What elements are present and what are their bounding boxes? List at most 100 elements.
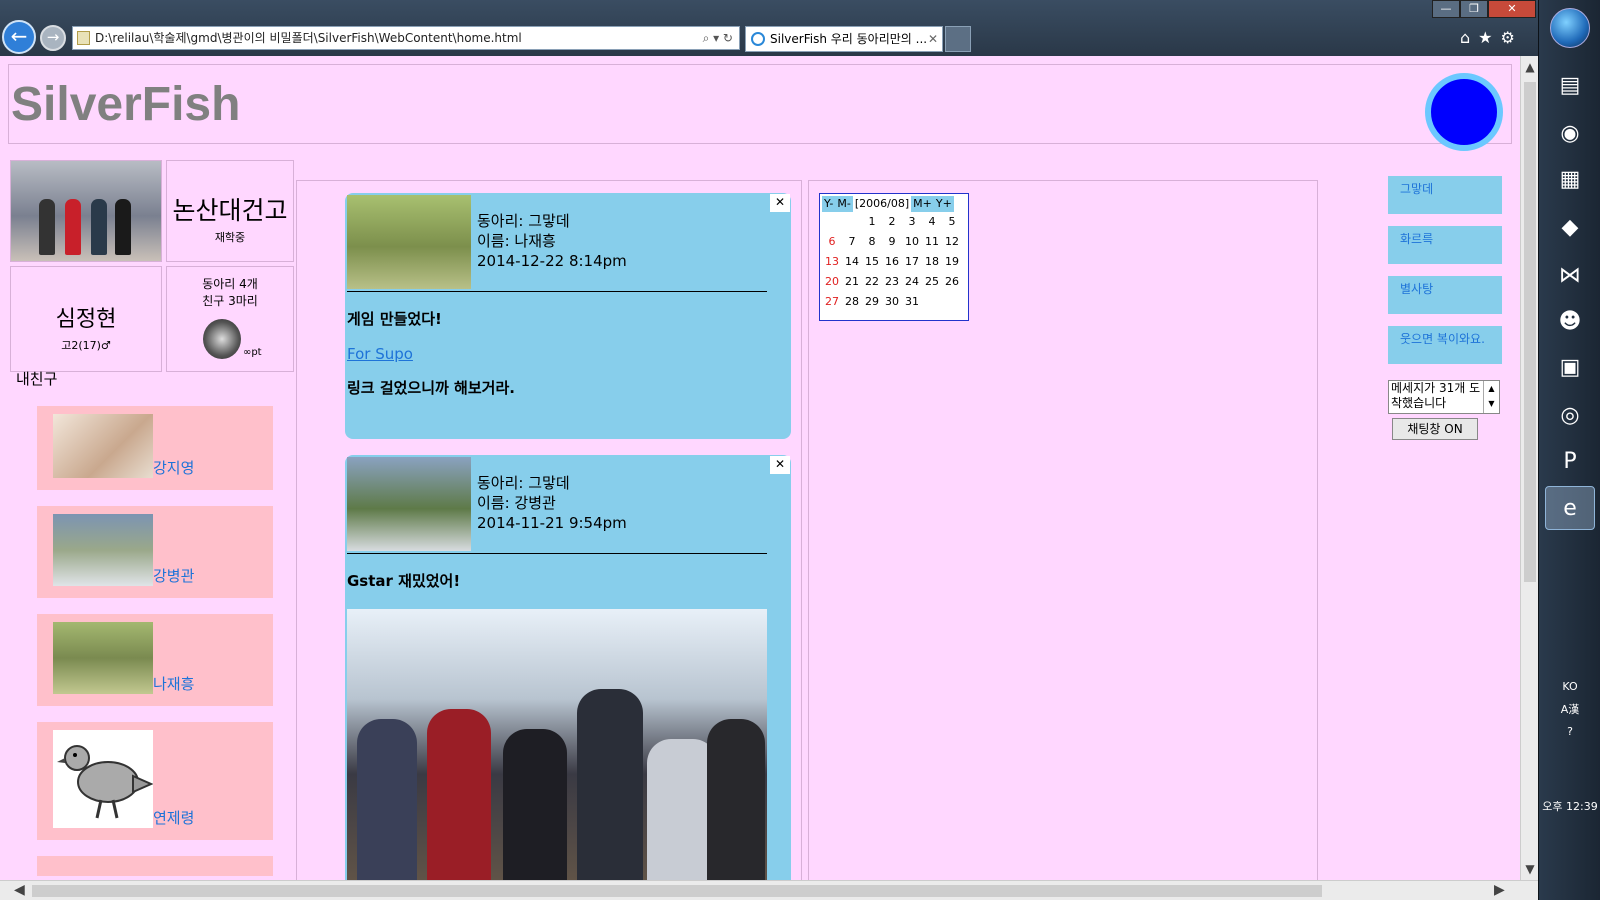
pikachu-icon[interactable]: ☻ (1545, 300, 1595, 344)
profile-photo[interactable] (10, 160, 162, 262)
post-link[interactable]: For Supo (347, 345, 789, 363)
calendar-day[interactable] (922, 292, 942, 312)
calendar-day[interactable]: 12 (942, 232, 962, 252)
friend-name[interactable]: 강지영 (153, 459, 194, 477)
calendar-day[interactable]: 15 (862, 252, 882, 272)
clock[interactable]: 오후 12:39 (1539, 798, 1600, 814)
calendar-day[interactable]: 29 (862, 292, 882, 312)
calendar-day[interactable]: 5 (942, 212, 962, 232)
club-link-3[interactable]: 별사탕 (1388, 276, 1502, 314)
address-tools-icon[interactable]: ⌕ ▾ ↻ (703, 27, 733, 49)
next-month-button[interactable]: M+ (911, 196, 934, 212)
chrome-icon[interactable]: ◉ (1545, 112, 1595, 156)
minimize-button[interactable]: — (1432, 0, 1460, 18)
start-button[interactable] (1550, 8, 1590, 48)
calendar-day[interactable]: 26 (942, 272, 962, 292)
calendar-day[interactable]: 21 (842, 272, 862, 292)
internet-explorer-icon[interactable]: e (1545, 486, 1595, 530)
vertical-scrollbar[interactable]: ▲ ▼ (1520, 56, 1538, 880)
scroll-down-icon[interactable]: ▼ (1524, 862, 1536, 876)
calendar-day[interactable]: 27 (822, 292, 842, 312)
window-icon[interactable]: ▣ (1545, 346, 1595, 390)
calendar-day[interactable]: 25 (922, 272, 942, 292)
post-image[interactable] (347, 609, 767, 880)
photo-figure (577, 689, 643, 880)
home-favorites-settings-icons[interactable]: ⌂★⚙ (1460, 28, 1523, 47)
friend-name[interactable]: 연제령 (153, 809, 194, 827)
ime-indicator[interactable]: A漢 (1539, 701, 1600, 717)
calendar-day[interactable]: 6 (822, 232, 842, 252)
friend-name[interactable]: 나재흥 (153, 675, 194, 693)
visual-studio-icon[interactable]: ⋈ (1545, 254, 1595, 298)
scroll-right-icon[interactable]: ▶ (1494, 882, 1505, 898)
forward-button[interactable]: → (40, 25, 66, 51)
status-circle[interactable] (1425, 73, 1503, 151)
friend-item[interactable]: 나재흥 (37, 614, 273, 706)
calendar-day[interactable]: 19 (942, 252, 962, 272)
scroll-arrows-icon[interactable]: ▲ ▼ (1483, 381, 1499, 413)
next-year-button[interactable]: Y+ (933, 196, 954, 212)
calendar-day[interactable] (842, 212, 862, 232)
restore-button[interactable]: ❐ (1460, 0, 1488, 18)
calendar-day[interactable]: 20 (822, 272, 842, 292)
close-icon[interactable]: ✕ (770, 456, 790, 474)
close-icon[interactable]: ✕ (770, 194, 790, 212)
calculator-icon[interactable]: ▦ (1545, 158, 1595, 202)
message-textarea[interactable]: 메세지가 31개 도착했습니다 ▲ ▼ (1388, 380, 1500, 414)
calendar-day[interactable]: 9 (882, 232, 902, 252)
calendar-day[interactable]: 8 (862, 232, 882, 252)
scroll-left-icon[interactable]: ◀ (14, 882, 25, 898)
language-indicator[interactable]: KO (1539, 680, 1600, 693)
post-thumbnail (347, 195, 471, 289)
calendar-day[interactable]: 14 (842, 252, 862, 272)
calendar-day[interactable]: 2 (882, 212, 902, 232)
friend-item[interactable]: 강지영 (37, 406, 273, 490)
close-window-button[interactable]: ✕ (1488, 0, 1536, 18)
media-icon[interactable]: ◎ (1545, 394, 1595, 438)
calendar-day[interactable]: 13 (822, 252, 842, 272)
scroll-up-icon[interactable]: ▲ (1524, 60, 1536, 74)
horizontal-scrollbar[interactable]: ◀ ▶ (0, 880, 1538, 900)
app-icon[interactable]: ◆ (1545, 206, 1595, 250)
tab-home[interactable]: SilverFish 우리 동아리만의 ... ✕ (745, 26, 943, 52)
prev-month-button[interactable]: M- (835, 196, 853, 212)
friend-item[interactable] (37, 856, 273, 876)
friend-name[interactable]: 강병관 (153, 567, 194, 585)
calendar-day[interactable]: 3 (902, 212, 922, 232)
new-tab-button[interactable] (945, 26, 971, 52)
calendar-day[interactable]: 30 (882, 292, 902, 312)
back-button[interactable]: ← (2, 20, 36, 54)
club-link-4[interactable]: 웃으면 복이와요. (1388, 326, 1502, 364)
friend-item[interactable]: 강병관 (37, 506, 273, 598)
friend-item[interactable]: 연제령 (37, 722, 273, 840)
calendar-day[interactable]: 7 (842, 232, 862, 252)
address-bar[interactable]: D:\relilau\학술제\gmd\병관이의 비밀폴더\SilverFish\… (72, 26, 740, 50)
calendar-day[interactable]: 24 (902, 272, 922, 292)
prev-year-button[interactable]: Y- (822, 196, 836, 212)
calendar-day[interactable] (822, 212, 842, 232)
help-icon[interactable]: ? (1539, 725, 1600, 738)
calendar-day[interactable]: 23 (882, 272, 902, 292)
calendar-day[interactable]: 31 (902, 292, 922, 312)
site-title[interactable]: SilverFish (11, 77, 240, 132)
club-link-2[interactable]: 화르륵 (1388, 226, 1502, 264)
calendar-day[interactable]: 18 (922, 252, 942, 272)
calendar-day[interactable]: 4 (922, 212, 942, 232)
club-link-1[interactable]: 그맣데 (1388, 176, 1502, 214)
chat-toggle-button[interactable]: 채팅창 ON (1392, 418, 1478, 440)
calendar-day[interactable]: 10 (902, 232, 922, 252)
calendar-day[interactable] (942, 292, 962, 312)
calendar-day[interactable]: 22 (862, 272, 882, 292)
tab-close-icon[interactable]: ✕ (928, 27, 938, 51)
page-viewport: SilverFish 논산대건고 재학중 심정현 고2(17)♂ 동아리 4개 … (0, 56, 1520, 880)
calendar-day[interactable]: 28 (842, 292, 862, 312)
calendar-day[interactable]: 16 (882, 252, 902, 272)
powerpoint-icon[interactable]: P (1545, 440, 1595, 484)
scrollbar-thumb[interactable] (1524, 82, 1536, 582)
calendar-week: 12345 (822, 212, 966, 232)
scrollbar-thumb[interactable] (32, 885, 1322, 897)
calendar-day[interactable]: 17 (902, 252, 922, 272)
calendar-day[interactable]: 11 (922, 232, 942, 252)
calendar-day[interactable]: 1 (862, 212, 882, 232)
explorer-icon[interactable]: ▤ (1545, 64, 1595, 108)
